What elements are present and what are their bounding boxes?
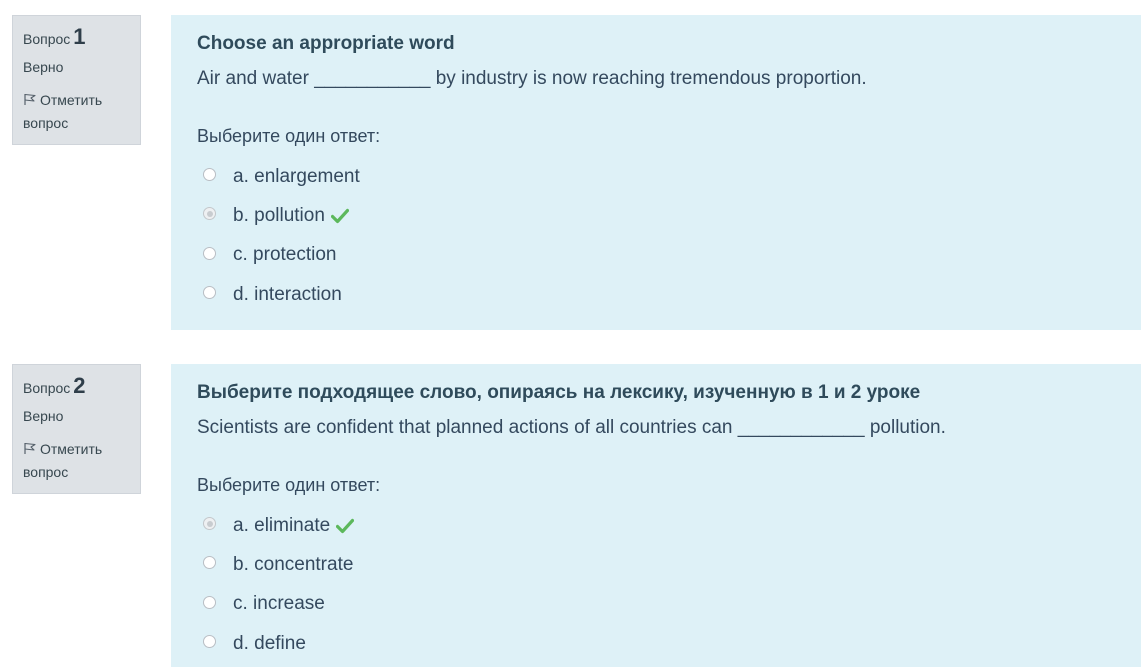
answer-label: c. increase: [233, 593, 325, 615]
flag-icon: [24, 93, 36, 105]
radio-button[interactable]: [203, 556, 216, 570]
answer-option-a[interactable]: a. eliminate: [203, 506, 355, 545]
flag-question-link[interactable]: Отметить вопрос: [23, 438, 130, 484]
answer-option-d[interactable]: d. define: [203, 624, 354, 663]
correct-check-icon: [330, 208, 349, 224]
question-number-value: 2: [73, 373, 86, 398]
answer-label: a. eliminate: [233, 514, 331, 536]
radio-button[interactable]: [203, 635, 216, 649]
answer-prompt: Выберите один ответ:: [197, 475, 381, 495]
answer-option-c[interactable]: c. protection: [203, 236, 360, 275]
radio-button[interactable]: [203, 286, 216, 300]
question-text: Scientists are confident that planned ac…: [197, 417, 946, 438]
answer-label: d. interaction: [233, 283, 342, 305]
answer-prompt: Выберите один ответ:: [197, 126, 381, 146]
answer-option-a[interactable]: a. enlargement: [203, 157, 360, 196]
question-content: Выберите подходящее слово, опираясь на л…: [171, 364, 1141, 667]
question-number-label: Вопрос: [23, 31, 71, 47]
flag-question-link[interactable]: Отметить вопрос: [23, 89, 130, 135]
answer-list: a. enlargement b. pollution c. protectio…: [203, 157, 360, 314]
answer-option-b[interactable]: b. pollution: [203, 196, 360, 235]
question-info: Вопрос 1 Верно Отметить вопрос: [12, 15, 141, 145]
answer-list: a. eliminate b. concentrate c. increase …: [203, 506, 355, 663]
radio-button[interactable]: [203, 595, 216, 609]
question-number-label: Вопрос: [23, 380, 71, 396]
correct-check-icon: [336, 518, 355, 533]
question-content: Choose an appropriate word Air and water…: [171, 15, 1141, 330]
question-number: Вопрос 2: [23, 373, 130, 401]
answer-label: a. enlargement: [233, 165, 360, 187]
answer-label: b. concentrate: [233, 553, 354, 575]
answer-label: b. pollution: [233, 204, 325, 226]
question-text: Air and water ___________ by industry is…: [197, 68, 867, 89]
question-state: Верно: [23, 59, 64, 75]
answer-option-b[interactable]: b. concentrate: [203, 545, 354, 584]
answer-option-d[interactable]: d. interaction: [203, 275, 360, 314]
question-number-value: 1: [73, 24, 86, 49]
question-title: Выберите подходящее слово, опираясь на л…: [197, 382, 921, 403]
answer-option-c[interactable]: c. increase: [203, 585, 354, 624]
radio-button-selected[interactable]: [203, 207, 216, 221]
question-info: Вопрос 2 Верно Отметить вопрос: [12, 364, 141, 494]
question-number: Вопрос 1: [23, 24, 130, 52]
radio-button[interactable]: [203, 246, 216, 260]
radio-button-selected[interactable]: [203, 517, 216, 531]
question-title: Choose an appropriate word: [197, 33, 455, 54]
flag-icon: [24, 442, 36, 454]
radio-button[interactable]: [203, 168, 216, 182]
question-state: Верно: [23, 408, 64, 424]
answer-label: c. protection: [233, 244, 337, 266]
answer-label: d. define: [233, 632, 306, 654]
